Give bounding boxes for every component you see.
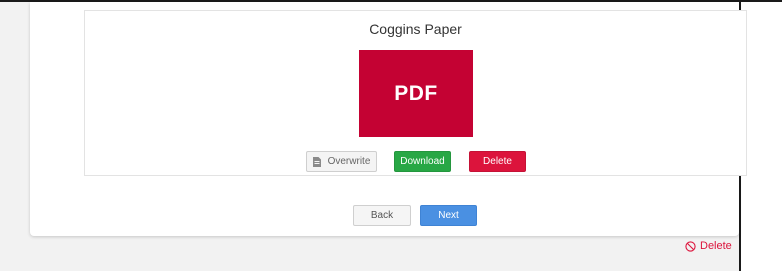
document-card: Coggins Paper PDF Overwrite Download Del… — [30, 2, 747, 236]
delete-button[interactable]: Delete — [469, 151, 526, 172]
next-button[interactable]: Next — [420, 205, 477, 226]
pdf-thumbnail[interactable]: PDF — [359, 50, 473, 137]
document-title: Coggins Paper — [369, 21, 462, 37]
download-button-label: Download — [400, 156, 445, 167]
delete-link-label: Delete — [700, 240, 732, 252]
file-icon — [312, 156, 321, 167]
delete-button-label: Delete — [483, 156, 512, 167]
back-button[interactable]: Back — [353, 205, 411, 226]
ban-icon — [685, 240, 696, 252]
document-panel: Coggins Paper PDF Overwrite Download Del… — [84, 10, 747, 176]
overwrite-button-label: Overwrite — [327, 156, 371, 167]
overwrite-button[interactable]: Overwrite — [306, 151, 377, 172]
delete-link[interactable]: Delete — [685, 238, 732, 254]
download-button[interactable]: Download — [394, 151, 451, 172]
back-button-label: Back — [370, 210, 394, 221]
pdf-thumbnail-label: PDF — [394, 81, 438, 105]
next-button-label: Next — [438, 210, 459, 221]
